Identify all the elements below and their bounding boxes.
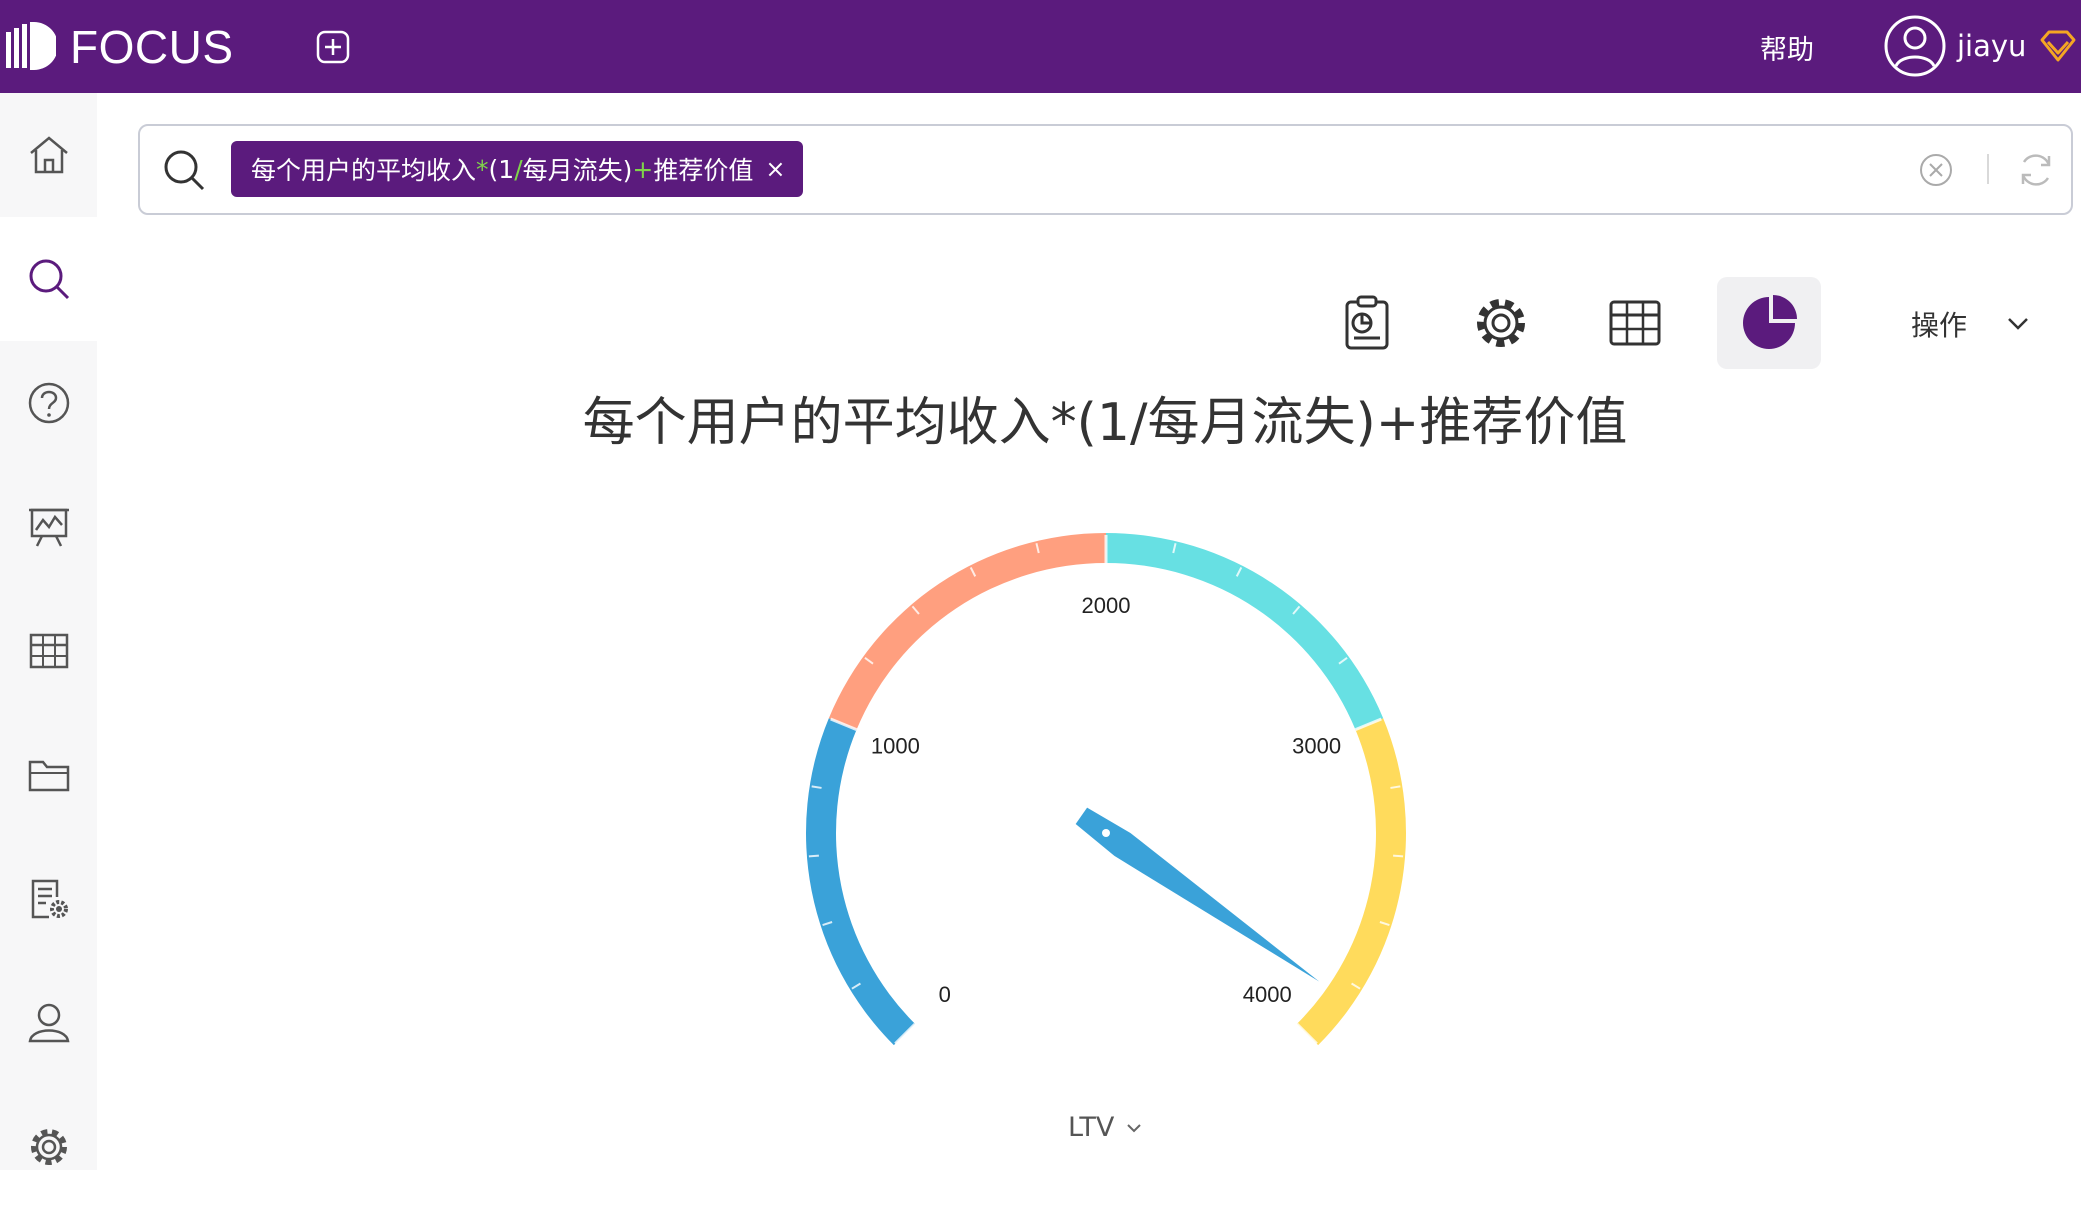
measure-label: LTV [1068, 1112, 1115, 1143]
gauge-tick-label: 1000 [871, 734, 920, 759]
gauge-pointer [1075, 807, 1320, 982]
gauge-band-1 [806, 718, 916, 1046]
gauge-tick-label: 3000 [1292, 734, 1341, 759]
gauge-band-3 [1106, 533, 1384, 730]
chevron-down-icon [1127, 1123, 1142, 1132]
gauge-chart: 0 1000 2000 3000 4000 [806, 533, 1406, 1046]
gauge-tick [808, 854, 819, 858]
measure-selector[interactable]: LTV [1068, 1112, 1142, 1143]
gauge-tick-label: 4000 [1243, 982, 1292, 1007]
gauge-band-2 [828, 533, 1106, 730]
gauge-tick-label: 0 [939, 982, 951, 1007]
gauge-tick-label: 2000 [1082, 593, 1131, 618]
gauge-tick [1393, 854, 1404, 858]
gauge-pointer-hub [1102, 829, 1110, 837]
gauge-band-4 [1296, 718, 1406, 1046]
